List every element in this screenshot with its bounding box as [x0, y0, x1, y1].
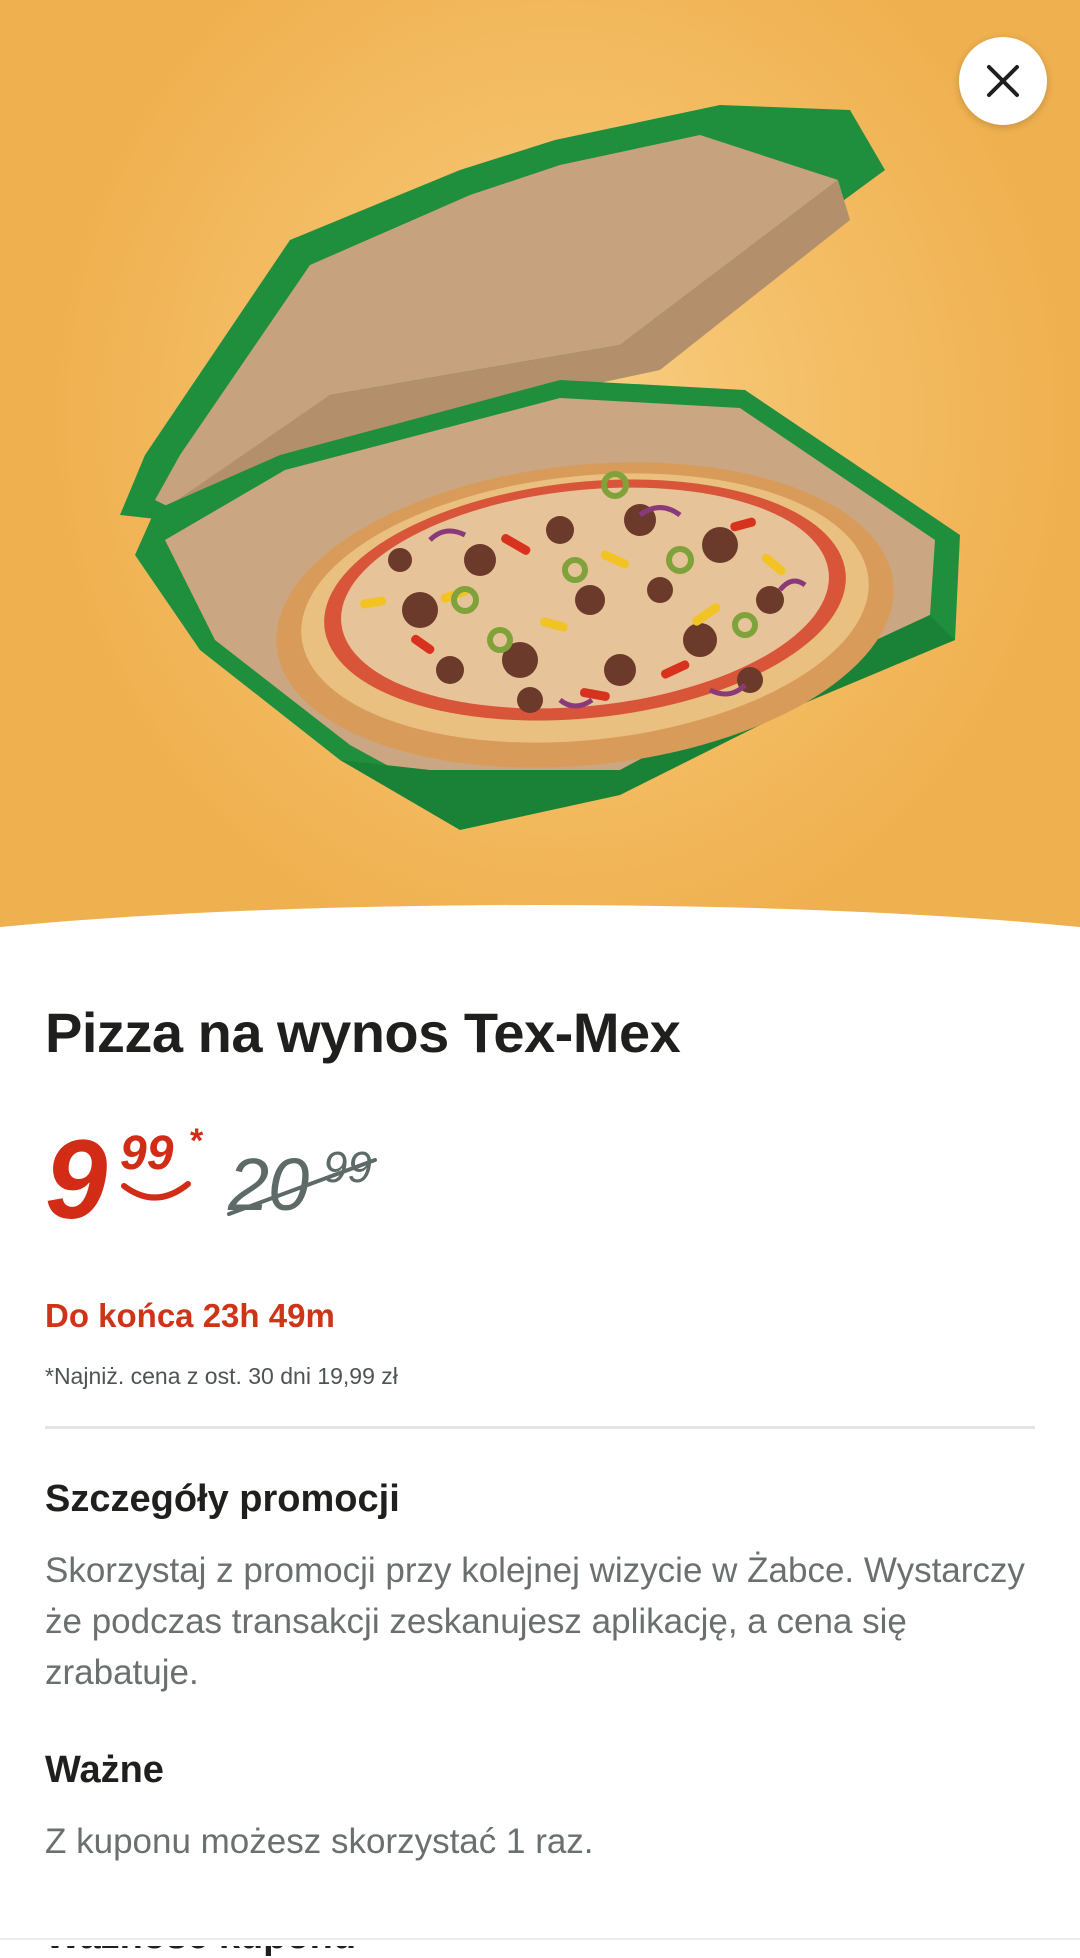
price-cents: 99 [120, 1127, 174, 1180]
details-heading: Szczegóły promocji [45, 1478, 400, 1520]
price-smile-icon [121, 1181, 191, 1201]
old-price-strike [227, 1158, 377, 1216]
pizza-box-image [120, 105, 960, 830]
scroll-fade [0, 1880, 1080, 1946]
close-button[interactable] [959, 37, 1047, 125]
bottom-divider [0, 1938, 1080, 1940]
price-main: 9 [45, 1117, 107, 1242]
important-text: Z kuponu możesz skorzystać 1 raz. [45, 1822, 594, 1861]
price-block: 9 99 * 20 99 [45, 1124, 645, 1250]
countdown-timer: Do końca 23h 49m [45, 1297, 335, 1334]
details-text: Skorzystaj z promocji przy kolejnej wizy… [45, 1551, 1025, 1692]
close-icon [987, 65, 1019, 97]
product-title: Pizza na wynos Tex-Mex [45, 1001, 681, 1064]
important-heading: Ważne [45, 1749, 164, 1791]
hero-banner [0, 0, 1080, 940]
divider [45, 1426, 1035, 1429]
price-asterisk: * [190, 1122, 204, 1160]
lowest-price-note: *Najniż. cena z ost. 30 dni 19,99 zł [45, 1363, 398, 1389]
